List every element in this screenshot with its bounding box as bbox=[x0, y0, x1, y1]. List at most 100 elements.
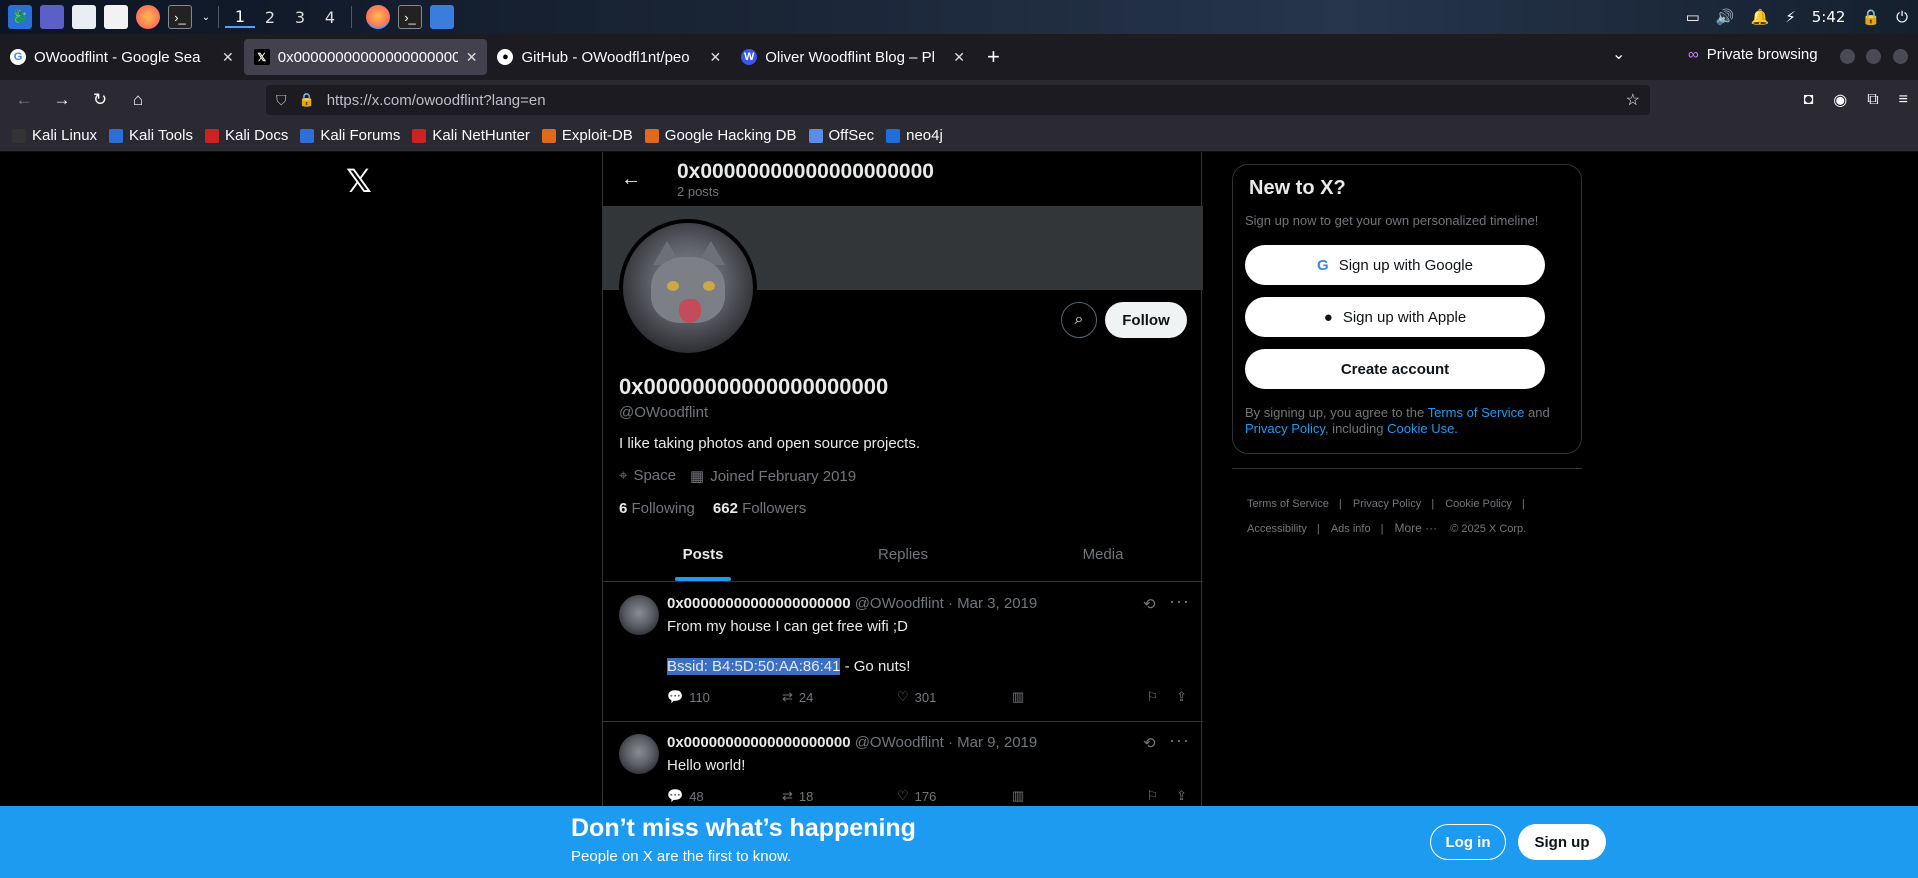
footer-more[interactable]: More ··· bbox=[1395, 521, 1438, 535]
tab-posts[interactable]: Posts bbox=[603, 528, 803, 581]
followers-link[interactable]: 662 Followers bbox=[713, 500, 806, 517]
firefox-window-icon[interactable] bbox=[366, 5, 390, 29]
bookmark-kali-nethunter[interactable]: Kali NetHunter bbox=[412, 127, 530, 144]
signup-apple-button[interactable]: ● Sign up with Apple bbox=[1245, 297, 1545, 337]
reload-icon[interactable]: ↻ bbox=[86, 90, 114, 110]
search-icon[interactable]: ⌕ bbox=[1061, 302, 1097, 338]
views-button[interactable]: ▥ bbox=[1012, 788, 1127, 804]
tab-github[interactable]: ● GitHub - OWoodfl1nt/peo ✕ bbox=[487, 39, 731, 75]
maximize-icon[interactable] bbox=[1866, 49, 1881, 64]
x-logo-icon[interactable]: 𝕏 bbox=[346, 162, 372, 200]
chevron-down-icon[interactable]: ⌄ bbox=[200, 5, 212, 29]
tab-media[interactable]: Media bbox=[1003, 528, 1203, 581]
login-button[interactable]: Log in bbox=[1430, 824, 1506, 860]
reply-button[interactable]: 💬 110 bbox=[667, 689, 782, 705]
share-icon[interactable]: ⇪ bbox=[1176, 788, 1187, 804]
close-icon[interactable]: ✕ bbox=[709, 49, 721, 66]
retweet-button[interactable]: ⇄ 24 bbox=[782, 689, 897, 705]
back-icon[interactable]: ← bbox=[10, 90, 38, 110]
close-window-icon[interactable] bbox=[1893, 49, 1908, 64]
workspace-4[interactable]: 4 bbox=[315, 8, 345, 27]
bookmark-neo4j[interactable]: neo4j bbox=[886, 127, 943, 144]
bookmark-kali-forums[interactable]: Kali Forums bbox=[300, 127, 400, 144]
profile-avatar[interactable] bbox=[619, 219, 757, 357]
more-icon[interactable]: ··· bbox=[1169, 730, 1190, 751]
folder-window-icon[interactable] bbox=[430, 5, 454, 29]
bookmark-icon[interactable]: ⚐ bbox=[1146, 788, 1158, 804]
bookmark-kali-tools[interactable]: Kali Tools bbox=[109, 127, 193, 144]
bookmark-exploit-db[interactable]: Exploit-DB bbox=[541, 127, 633, 144]
shield-icon[interactable]: ⛉ bbox=[276, 92, 287, 109]
tweet-handle-date[interactable]: @OWoodflint · Mar 3, 2019 bbox=[855, 595, 1038, 612]
kali-menu-icon[interactable]: 🐉 bbox=[8, 5, 32, 29]
tweet-avatar[interactable] bbox=[619, 734, 659, 774]
firefox-icon[interactable] bbox=[136, 5, 160, 29]
footer-ads-info[interactable]: Ads info bbox=[1331, 523, 1371, 535]
bookmark-star-icon[interactable]: ☆ bbox=[1626, 90, 1640, 110]
tweet[interactable]: 0x00000000000000000000 @OWoodflint · Mar… bbox=[603, 583, 1203, 722]
tab-blog[interactable]: W Oliver Woodflint Blog – Pl ✕ bbox=[731, 39, 975, 75]
grok-icon[interactable]: ⟲ bbox=[1143, 734, 1156, 752]
share-icon[interactable]: ⇪ bbox=[1176, 689, 1187, 705]
footer-privacy[interactable]: Privacy Policy bbox=[1353, 498, 1421, 510]
grok-icon[interactable]: ⟲ bbox=[1143, 595, 1156, 613]
chevron-down-icon[interactable]: ⌄ bbox=[1612, 44, 1625, 64]
notification-bell-icon[interactable]: 🔔 bbox=[1751, 8, 1770, 26]
text-editor-icon[interactable] bbox=[104, 5, 128, 29]
retweet-button[interactable]: ⇄ 18 bbox=[782, 788, 897, 804]
forward-icon[interactable]: → bbox=[48, 90, 76, 110]
bookmark-offsec[interactable]: OffSec bbox=[808, 127, 874, 144]
tweet-author-name[interactable]: 0x00000000000000000000 bbox=[667, 734, 851, 751]
extensions-icon[interactable]: ⧉ bbox=[1867, 91, 1878, 109]
workspace-1[interactable]: 1 bbox=[225, 7, 255, 28]
footer-cookie[interactable]: Cookie Policy bbox=[1445, 498, 1512, 510]
display-icon[interactable]: ▭ bbox=[1686, 8, 1700, 26]
bookmark-kali-docs[interactable]: Kali Docs bbox=[204, 127, 288, 144]
close-icon[interactable]: ✕ bbox=[466, 49, 478, 66]
lock-icon[interactable]: 🔒 bbox=[299, 92, 315, 108]
tweet-handle-date[interactable]: @OWoodflint · Mar 9, 2019 bbox=[855, 734, 1038, 751]
workspace-3[interactable]: 3 bbox=[285, 8, 315, 27]
lock-icon[interactable]: 🔒 bbox=[1861, 8, 1880, 26]
following-link[interactable]: 6 Following bbox=[619, 500, 695, 517]
home-icon[interactable]: ⌂ bbox=[124, 90, 152, 110]
url-text[interactable]: https://x.com/owoodflint?lang=en bbox=[327, 92, 546, 109]
menu-icon[interactable]: ≡ bbox=[1899, 91, 1908, 109]
create-account-button[interactable]: Create account bbox=[1245, 349, 1545, 389]
like-button[interactable]: ♡ 176 bbox=[897, 788, 1012, 804]
file-manager-icon[interactable] bbox=[72, 5, 96, 29]
tweet-author-name[interactable]: 0x00000000000000000000 bbox=[667, 595, 851, 612]
bookmark-icon[interactable]: ⚐ bbox=[1146, 689, 1158, 705]
clock[interactable]: 5:42 bbox=[1812, 8, 1846, 26]
desktop-icon[interactable] bbox=[40, 5, 64, 29]
terminal-icon[interactable]: ›_ bbox=[168, 5, 192, 29]
bookmark-kali-linux[interactable]: Kali Linux bbox=[12, 127, 97, 144]
tab-replies[interactable]: Replies bbox=[803, 528, 1003, 581]
account-icon[interactable]: ◉ bbox=[1833, 90, 1847, 110]
signup-google-button[interactable]: G Sign up with Google bbox=[1245, 245, 1545, 285]
close-icon[interactable]: ✕ bbox=[222, 49, 234, 66]
footer-terms[interactable]: Terms of Service bbox=[1247, 498, 1329, 510]
new-tab-icon[interactable]: + bbox=[987, 44, 1000, 70]
battery-icon[interactable]: ⚡ bbox=[1785, 8, 1796, 26]
signup-button[interactable]: Sign up bbox=[1518, 824, 1606, 860]
footer-accessibility[interactable]: Accessibility bbox=[1247, 523, 1307, 535]
tab-x-profile[interactable]: 𝕏 0x00000000000000000000 ✕ bbox=[243, 39, 488, 75]
minimize-icon[interactable] bbox=[1840, 49, 1855, 64]
back-arrow-icon[interactable]: ← bbox=[621, 168, 657, 191]
tweet-avatar[interactable] bbox=[619, 595, 659, 635]
url-bar[interactable]: ⛉ 🔒 https://x.com/owoodflint?lang=en ☆ bbox=[266, 85, 1650, 115]
terms-link[interactable]: Terms of Service bbox=[1428, 405, 1525, 420]
bookmark-google-hacking-db[interactable]: Google Hacking DB bbox=[644, 127, 797, 144]
cookie-link[interactable]: Cookie Use. bbox=[1387, 421, 1458, 436]
more-icon[interactable]: ··· bbox=[1169, 591, 1190, 612]
views-button[interactable]: ▥ bbox=[1012, 689, 1127, 705]
pocket-icon[interactable]: ◘ bbox=[1804, 91, 1814, 109]
follow-button[interactable]: Follow bbox=[1105, 302, 1187, 338]
reply-button[interactable]: 💬 48 bbox=[667, 788, 782, 804]
like-button[interactable]: ♡ 301 bbox=[897, 689, 1012, 705]
volume-icon[interactable]: 🔊 bbox=[1716, 8, 1735, 26]
terminal-window-icon[interactable]: ›_ bbox=[398, 5, 422, 29]
close-icon[interactable]: ✕ bbox=[953, 49, 965, 66]
power-icon[interactable]: ⏻ bbox=[1896, 8, 1908, 26]
